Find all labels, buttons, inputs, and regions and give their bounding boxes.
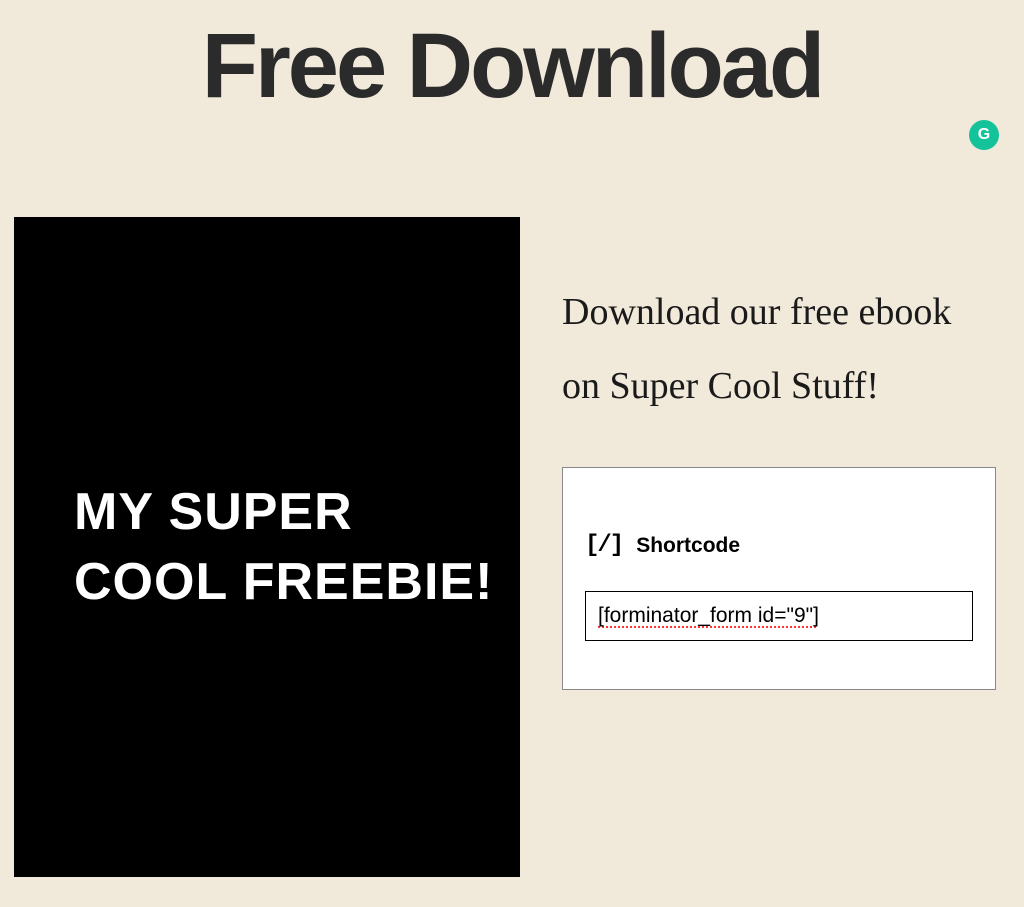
shortcode-input[interactable] [585, 591, 973, 641]
shortcode-label: Shortcode [636, 534, 740, 558]
shortcode-header: [/] Shortcode [585, 532, 973, 559]
description-text[interactable]: Download our free ebook on Super Cool St… [562, 275, 996, 423]
ebook-cover[interactable]: MY SUPER COOL FREEBIE! [14, 217, 520, 877]
ebook-title-line1: MY SUPER [74, 477, 520, 547]
ebook-title-line2: COOL FREEBIE! [74, 547, 520, 617]
content-row: MY SUPER COOL FREEBIE! Download our free… [0, 217, 1024, 877]
right-column: Download our free ebook on Super Cool St… [562, 217, 1010, 877]
grammarly-icon[interactable]: G [969, 120, 999, 150]
page-title: Free Download [0, 20, 1024, 112]
shortcode-block[interactable]: [/] Shortcode [562, 467, 996, 690]
grammarly-label: G [978, 126, 990, 144]
ebook-title: MY SUPER COOL FREEBIE! [74, 477, 520, 617]
shortcode-icon: [/] [585, 532, 622, 559]
